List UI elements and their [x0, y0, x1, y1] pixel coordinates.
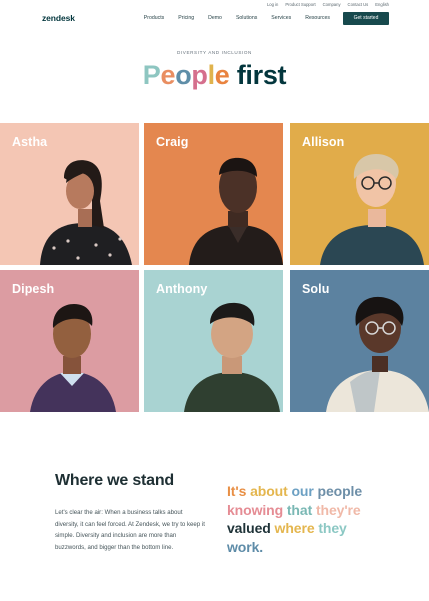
where-we-stand-heading: Where we stand [55, 472, 175, 489]
utility-link-language[interactable]: English [375, 2, 389, 7]
quote-word: that [286, 501, 316, 518]
hero-title: People first [0, 58, 429, 92]
utility-link-contact-us[interactable]: Contact Us [348, 2, 369, 7]
person-name: Astha [12, 135, 48, 149]
utility-link-product-support[interactable]: Product Support [285, 2, 315, 7]
nav-item-demo[interactable]: Demo [208, 15, 222, 21]
nav-item-products[interactable]: Products [144, 15, 164, 21]
hero-title-letter: l [207, 60, 216, 90]
utility-nav: Log in Product Support Company Contact U… [267, 2, 389, 7]
values-quote: It's about our people knowing that they'r… [227, 482, 397, 556]
quote-word: people [317, 483, 363, 499]
quote-word: It's [227, 483, 251, 499]
hero-eyebrow: DIVERSITY AND INCLUSION [177, 50, 252, 55]
utility-link-login[interactable]: Log in [267, 2, 278, 7]
quote-word: they [318, 520, 347, 536]
nav-item-solutions[interactable]: Solutions [236, 15, 257, 21]
quote-word: our [291, 483, 318, 499]
hero-title-letter: P [142, 60, 161, 90]
person-name: Solu [302, 282, 330, 296]
person-tile-allison[interactable]: Allison [290, 123, 429, 265]
quote-word: they're [315, 501, 361, 518]
where-we-stand-body: Let's clear the air: When a business tal… [55, 509, 205, 551]
hero-title-rest: first [236, 60, 287, 90]
quote-word: knowing [227, 501, 287, 518]
main-nav: zendesk Products Pricing Demo Solutions … [42, 10, 389, 26]
person-tile-craig[interactable]: Craig [144, 123, 283, 265]
hero-title-letter: e [160, 60, 176, 90]
get-started-button[interactable]: Get started [343, 11, 389, 25]
person-tile-anthony[interactable]: Anthony [144, 270, 283, 412]
zendesk-logo[interactable]: zendesk [42, 13, 75, 23]
hero-title-letter: p [191, 60, 208, 90]
person-name: Dipesh [12, 282, 55, 296]
quote-word: valued [227, 520, 275, 536]
person-tile-astha[interactable]: Astha [0, 123, 139, 265]
quote-word: work. [227, 538, 264, 555]
nav-item-services[interactable]: Services [271, 15, 291, 21]
person-tile-dipesh[interactable]: Dipesh [0, 270, 139, 412]
person-tile-solu[interactable]: Solu [290, 270, 429, 412]
person-name: Craig [156, 135, 189, 149]
person-name: Allison [302, 135, 345, 149]
utility-link-company[interactable]: Company [323, 2, 341, 7]
quote-word: about [250, 483, 292, 499]
hero-title-colored-word: People [143, 60, 237, 90]
person-name: Anthony [156, 282, 208, 296]
nav-item-resources[interactable]: Resources [305, 15, 330, 21]
people-grid: Astha Craig Allison Dipesh Anthony Solu [0, 123, 429, 412]
nav-items: Products Pricing Demo Solutions Services… [130, 11, 389, 25]
quote-word: where [274, 520, 319, 536]
nav-item-pricing[interactable]: Pricing [178, 15, 194, 21]
hero-title-letter: o [175, 60, 192, 90]
hero-title-letter: e [214, 60, 230, 90]
